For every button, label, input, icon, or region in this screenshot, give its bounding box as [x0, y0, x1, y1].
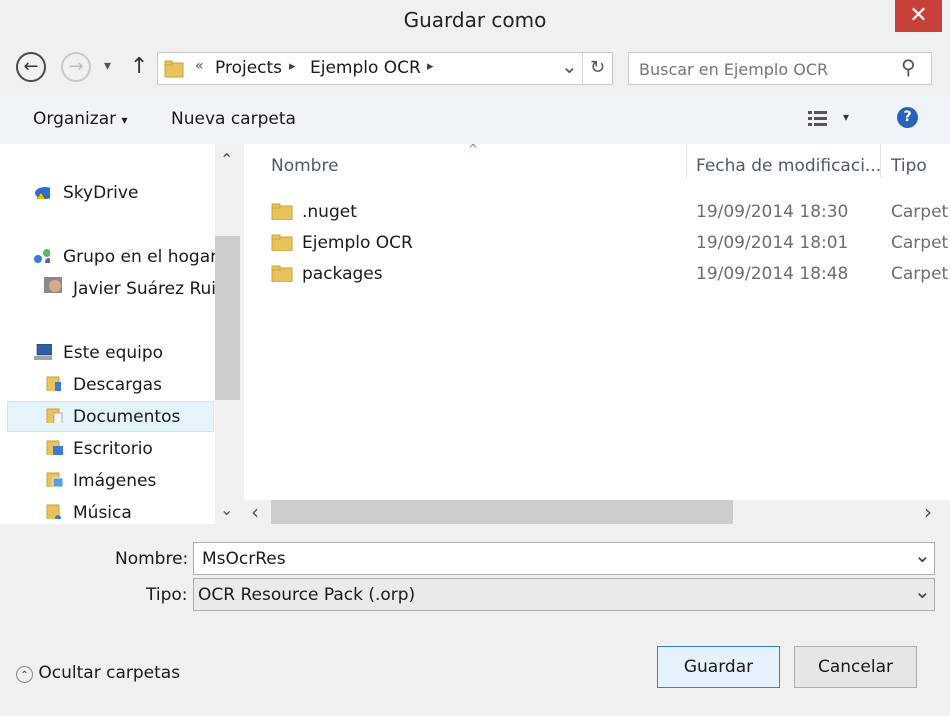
scrollbar-thumb[interactable] — [271, 500, 733, 524]
close-icon: ✕ — [909, 3, 928, 28]
back-button[interactable]: ← — [16, 52, 46, 82]
skydrive-warning-icon — [35, 187, 50, 199]
sidebar-item-label: Grupo en el hogar — [63, 247, 218, 267]
breadcrumb-separator[interactable]: ▸ — [427, 59, 434, 74]
file-list: ^ Nombre Fecha de modificaci... Tipo .nu… — [244, 144, 950, 524]
scroll-left-icon[interactable]: ‹ — [251, 500, 259, 524]
pictures-folder-icon — [46, 472, 64, 487]
file-list-scrollbar[interactable]: ‹ › — [244, 500, 950, 524]
computer-icon — [34, 344, 52, 360]
navigation-pane: SkyDrive Grupo en el hogar Javier Suárez… — [0, 144, 240, 524]
window-title: Guardar como — [403, 8, 547, 32]
file-date: 19/09/2014 18:30 — [696, 202, 849, 222]
up-button[interactable]: ↑ — [130, 54, 148, 79]
help-button[interactable]: ? — [897, 107, 918, 128]
divider — [582, 53, 583, 84]
column-divider[interactable] — [880, 144, 881, 178]
collapse-icon: ⌃ — [16, 666, 33, 683]
organize-menu-button[interactable]: Organizar ▾ — [33, 109, 128, 129]
file-date: 19/09/2014 18:01 — [696, 233, 849, 253]
user-avatar-icon — [44, 277, 62, 293]
refresh-icon[interactable]: ↻ — [590, 57, 605, 78]
save-button[interactable]: Guardar — [657, 646, 780, 688]
file-name: Ejemplo OCR — [302, 233, 413, 253]
homegroup-icon — [34, 249, 50, 263]
close-button[interactable]: ✕ — [895, 0, 942, 32]
table-row[interactable]: packages 19/09/2014 18:48 Carpet — [244, 259, 950, 289]
hide-folders-button[interactable]: ⌃ Ocultar carpetas — [16, 663, 180, 683]
filename-value: MsOcrRes — [202, 549, 286, 569]
new-folder-button[interactable]: Nueva carpeta — [171, 109, 296, 129]
column-header-name[interactable]: Nombre — [271, 156, 339, 176]
back-arrow-icon: ← — [23, 56, 39, 77]
filename-label: Nombre: — [115, 549, 189, 569]
chevron-down-icon: ▾ — [104, 58, 112, 74]
table-row[interactable]: .nuget 19/09/2014 18:30 Carpet — [244, 197, 950, 227]
folder-icon — [271, 234, 293, 251]
sidebar-item-label: SkyDrive — [63, 183, 139, 203]
breadcrumb-projects[interactable]: Projects — [215, 58, 282, 78]
organize-label: Organizar — [33, 109, 117, 129]
scroll-up-icon[interactable]: ⌃ — [220, 150, 233, 169]
column-header-date[interactable]: Fecha de modificaci... — [696, 156, 881, 176]
table-row[interactable]: Ejemplo OCR 19/09/2014 18:01 Carpet — [244, 228, 950, 258]
sidebar-item-label: Documentos — [73, 407, 181, 427]
music-folder-icon — [46, 504, 61, 519]
folder-icon — [271, 265, 293, 282]
folder-icon — [164, 60, 184, 78]
documents-folder-icon — [46, 408, 63, 423]
chevron-down-icon[interactable]: ⌄ — [914, 543, 931, 567]
sidebar-item-label: Imágenes — [73, 471, 157, 491]
command-bar: Organizar ▾ Nueva carpeta ▾ ? — [0, 96, 950, 144]
column-divider[interactable] — [686, 144, 687, 178]
filetype-select[interactable]: OCR Resource Pack (.orp) ⌄ — [193, 578, 935, 611]
forward-arrow-icon: → — [68, 56, 84, 77]
filetype-label: Tipo: — [146, 585, 188, 605]
help-icon: ? — [903, 109, 912, 125]
scroll-down-icon[interactable]: ⌄ — [220, 500, 233, 519]
chevron-down-icon[interactable]: ⌄ — [914, 579, 931, 603]
file-type: Carpet — [891, 202, 949, 222]
view-options-icon[interactable]: ▾ — [843, 110, 849, 124]
search-box[interactable]: ⚲ — [628, 52, 932, 85]
file-type: Carpet — [891, 264, 949, 284]
column-header-type[interactable]: Tipo — [891, 156, 927, 176]
address-bar[interactable]: « Projects ▸ Ejemplo OCR ▸ ⌄ ↻ — [157, 52, 613, 85]
breadcrumb-ejemplo-ocr[interactable]: Ejemplo OCR — [310, 58, 421, 78]
scrollbar-thumb[interactable] — [215, 236, 240, 400]
scroll-right-icon[interactable]: › — [924, 500, 932, 524]
hide-folders-label: Ocultar carpetas — [38, 663, 181, 683]
file-name: .nuget — [302, 202, 357, 222]
breadcrumb-overflow[interactable]: « — [195, 58, 204, 74]
cancel-button[interactable]: Cancelar — [794, 646, 917, 688]
sort-ascending-icon: ^ — [468, 144, 479, 156]
sidebar-item-documents[interactable]: Documentos — [7, 401, 214, 432]
sidebar-item-label: Javier Suárez Ruiz — [73, 279, 225, 299]
search-input[interactable] — [637, 57, 891, 81]
sidebar-item-label: Descargas — [73, 375, 162, 395]
file-name: packages — [302, 264, 383, 284]
up-arrow-icon: ↑ — [130, 54, 149, 79]
recent-locations-button[interactable]: ▾ — [104, 58, 111, 74]
sidebar-item-label: Escritorio — [73, 439, 153, 459]
navigation-scrollbar[interactable]: ⌃ ⌄ — [215, 144, 240, 524]
downloads-folder-icon — [46, 376, 61, 391]
sidebar-item-label: Música — [73, 503, 132, 523]
chevron-down-icon: ▾ — [121, 113, 128, 127]
folder-icon — [271, 203, 293, 220]
filename-field[interactable]: MsOcrRes ⌄ — [193, 542, 935, 575]
filetype-value: OCR Resource Pack (.orp) — [198, 585, 416, 605]
sidebar-item-label: Este equipo — [63, 343, 164, 363]
file-date: 19/09/2014 18:48 — [696, 264, 849, 284]
view-details-icon[interactable] — [807, 109, 829, 129]
forward-button[interactable]: → — [61, 52, 91, 82]
search-icon[interactable]: ⚲ — [901, 55, 916, 79]
breadcrumb-separator[interactable]: ▸ — [289, 59, 296, 74]
desktop-folder-icon — [46, 440, 63, 455]
file-type: Carpet — [891, 233, 949, 253]
address-dropdown-icon[interactable]: ⌄ — [561, 54, 578, 78]
